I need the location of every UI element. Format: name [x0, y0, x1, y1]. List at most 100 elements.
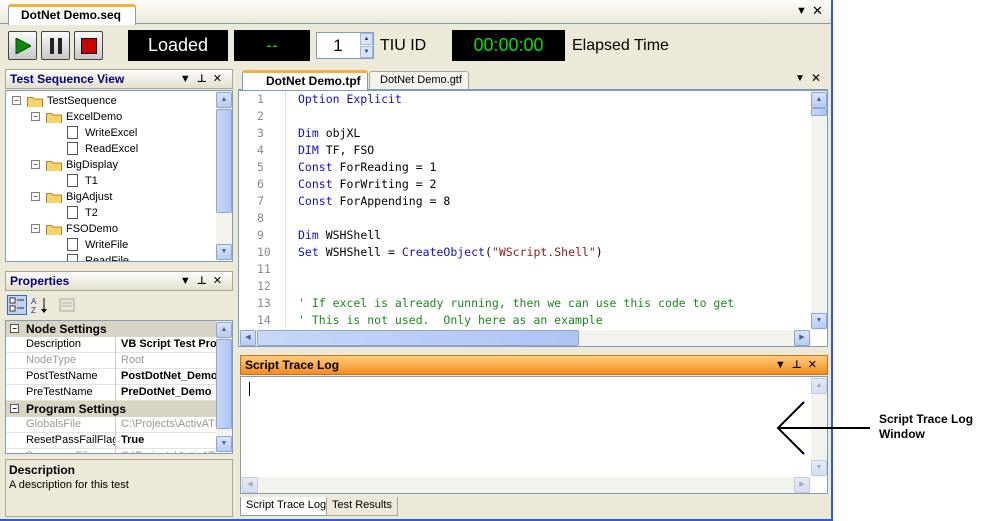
property-value[interactable]: PreDotNet_Demo	[118, 385, 224, 401]
collapse-icon[interactable]: −	[31, 160, 40, 169]
code-line[interactable]: 1 Option Explicit	[239, 91, 809, 108]
test-sequence-tree[interactable]: − TestSequence − ExcelDemo WriteExcel ReadExc…	[5, 90, 233, 262]
property-grid-scrollbar[interactable]: ▲ ▼	[216, 321, 232, 453]
tree-item[interactable]: − FSODemo	[6, 221, 211, 237]
property-row[interactable]: SequenceFileC:\Projects\ActivATE	[6, 449, 224, 453]
scroll-up-icon[interactable]: ▲	[811, 378, 827, 394]
scroll-thumb[interactable]	[216, 109, 232, 213]
code-line[interactable]: 9 Dim WSHShell	[239, 227, 809, 244]
close-icon[interactable]: ✕	[808, 359, 823, 371]
property-value[interactable]: C:\Projects\ActivATE	[118, 417, 224, 433]
code-line[interactable]: 6 Const ForWriting = 2	[239, 176, 809, 193]
pause-button[interactable]	[41, 31, 70, 60]
close-icon[interactable]: ✕	[213, 275, 228, 287]
run-button[interactable]	[8, 31, 37, 60]
scroll-down-icon[interactable]: ▼	[811, 313, 827, 329]
collapse-icon[interactable]: −	[31, 224, 40, 233]
code-line[interactable]: 2	[239, 108, 809, 125]
editor-tab-tpf[interactable]: DotNet Demo.tpf	[242, 70, 368, 90]
tree-item[interactable]: − ExcelDemo	[6, 109, 211, 125]
close-icon[interactable]: ✕	[811, 71, 821, 85]
pin-icon[interactable]: ⊥	[197, 73, 213, 85]
property-value[interactable]: Root	[118, 353, 224, 369]
trace-log-horizontal-scrollbar[interactable]: ◀ ▶	[241, 477, 811, 493]
scroll-left-icon[interactable]: ◀	[240, 330, 256, 346]
property-category[interactable]: − Node Settings	[6, 321, 224, 337]
tree-item[interactable]: − BigDisplay	[6, 157, 211, 173]
property-row[interactable]: PostTestName PostDotNet_Demo	[6, 369, 224, 385]
scroll-left-icon[interactable]: ◀	[242, 477, 258, 493]
scroll-right-icon[interactable]: ▶	[794, 477, 810, 493]
code-line[interactable]: 12	[239, 278, 809, 295]
editor-horizontal-scrollbar[interactable]: ◀ ▶	[239, 330, 811, 346]
property-row[interactable]: PreTestName PreDotNet_Demo	[6, 385, 224, 401]
property-row[interactable]: GlobalsFile C:\Projects\ActivATE	[6, 417, 224, 433]
tab-script-trace-log[interactable]: Script Trace Log	[240, 497, 333, 516]
code-line[interactable]: 11	[239, 261, 809, 278]
spin-up-icon[interactable]: ▲	[360, 33, 373, 45]
scroll-up-icon[interactable]: ▲	[216, 92, 232, 108]
collapse-icon[interactable]: −	[31, 112, 40, 121]
scroll-thumb[interactable]	[257, 330, 579, 346]
property-value[interactable]: True	[118, 433, 224, 449]
tree-item[interactable]: WriteExcel	[6, 125, 211, 141]
code-line[interactable]: 14 ' This is not used. Only here as an ex…	[239, 312, 809, 329]
property-row[interactable]: Description VB Script Test Pro	[6, 337, 224, 353]
dropdown-arrow-icon[interactable]: ▼	[180, 73, 197, 85]
tree-item[interactable]: T1	[6, 173, 211, 189]
spin-down-icon[interactable]: ▼	[360, 46, 373, 58]
collapse-icon[interactable]: −	[31, 192, 40, 201]
scroll-up-icon[interactable]: ▲	[216, 322, 232, 338]
property-row[interactable]: NodeType Root	[6, 353, 224, 369]
tree-item[interactable]: − TestSequence	[6, 93, 211, 109]
tiu-id-spinner[interactable]: ▲ ▼	[316, 32, 374, 59]
property-value[interactable]: VB Script Test Pro	[118, 337, 224, 353]
pin-icon[interactable]: ⊥	[792, 359, 808, 371]
scroll-right-icon[interactable]: ▶	[794, 330, 810, 346]
scroll-down-icon[interactable]: ▼	[216, 436, 232, 452]
dropdown-arrow-icon[interactable]: ▼	[180, 275, 197, 287]
property-value[interactable]: PostDotNet_Demo	[118, 369, 224, 385]
stop-button[interactable]	[74, 31, 103, 60]
dropdown-arrow-icon[interactable]: ▼	[795, 73, 805, 84]
code-line[interactable]: 10 Set WSHShell = CreateObject("WScript.S…	[239, 244, 809, 261]
dropdown-arrow-icon[interactable]: ▼	[775, 359, 792, 371]
code-line[interactable]: 3 Dim objXL	[239, 125, 809, 142]
close-icon[interactable]: ✕	[213, 73, 228, 85]
code-line[interactable]: 7 Const ForAppending = 8	[239, 193, 809, 210]
code-line[interactable]: 8	[239, 210, 809, 227]
close-icon[interactable]: ✕	[812, 3, 823, 19]
scroll-down-icon[interactable]: ▼	[216, 244, 232, 260]
property-value[interactable]: C:\Projects\ActivATE	[118, 449, 224, 453]
scroll-thumb[interactable]	[216, 339, 232, 429]
tree-item[interactable]: ReadFile	[6, 253, 211, 261]
tree-item[interactable]: − BigAdjust	[6, 189, 211, 205]
collapse-icon[interactable]: −	[12, 96, 21, 105]
tree-item[interactable]: T2	[6, 205, 211, 221]
property-row[interactable]: ResetPassFailFlag True	[6, 433, 224, 449]
editor-vertical-scrollbar[interactable]: ▲ ▼	[811, 91, 827, 330]
property-grid[interactable]: − Node Settings Description VB Script Test …	[5, 320, 233, 454]
collapse-icon[interactable]: −	[10, 404, 19, 413]
scroll-thumb[interactable]	[811, 108, 827, 116]
categorized-button[interactable]	[7, 295, 27, 315]
property-pages-button[interactable]	[57, 295, 77, 315]
tree-item[interactable]: WriteFile	[6, 237, 211, 253]
document-tab[interactable]: DotNet Demo.seq	[8, 4, 137, 25]
code-line[interactable]: 4 DIM TF, FSO	[239, 142, 809, 159]
code-editor[interactable]: 1 Option Explicit 2 3 Dim objXL 4 DIM TF, FSO 5…	[238, 90, 828, 347]
collapse-icon[interactable]: −	[10, 324, 19, 333]
scroll-down-icon[interactable]: ▼	[811, 460, 827, 476]
dropdown-arrow-icon[interactable]: ▼	[796, 5, 807, 17]
script-trace-log[interactable]: ▲ ▼ ◀ ▶	[240, 376, 828, 494]
scroll-up-icon[interactable]: ▲	[811, 92, 827, 108]
tree-scrollbar[interactable]: ▲ ▼	[216, 91, 232, 261]
tab-test-results[interactable]: Test Results	[326, 497, 398, 516]
tiu-id-input[interactable]	[317, 33, 359, 58]
code-line[interactable]: 5 Const ForReading = 1	[239, 159, 809, 176]
pin-icon[interactable]: ⊥	[197, 275, 213, 287]
code-line[interactable]: 13 ' If excel is already running, then we…	[239, 295, 809, 312]
tree-item[interactable]: ReadExcel	[6, 141, 211, 157]
property-category[interactable]: − Program Settings	[6, 401, 224, 417]
editor-tab-gtf[interactable]: DotNet Demo.gtf	[369, 71, 469, 89]
